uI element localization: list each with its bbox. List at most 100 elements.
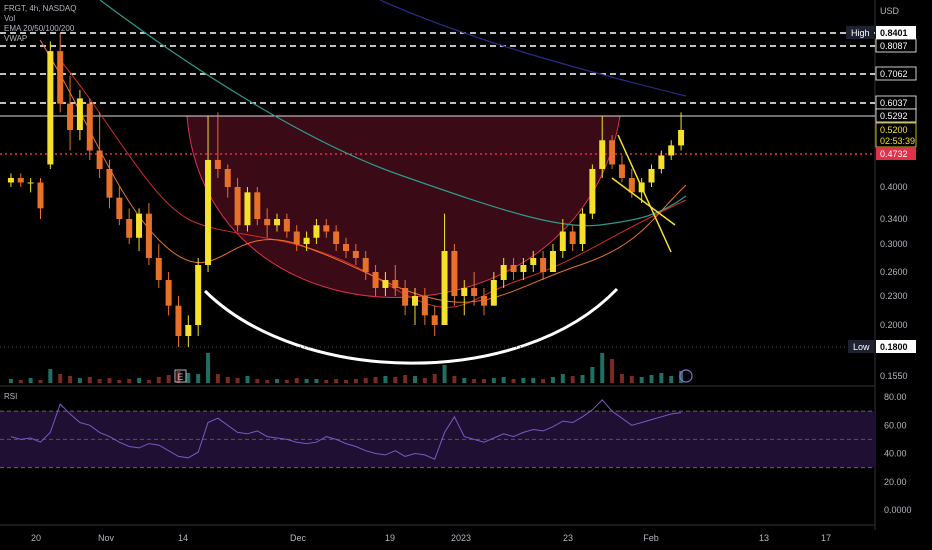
candle-body xyxy=(126,219,133,238)
volume-bar xyxy=(412,376,417,383)
time-tick-label: 13 xyxy=(759,533,769,543)
time-tick-label: 17 xyxy=(821,533,831,543)
time-axis[interactable]: 20 Nov 14 Dec 19 2023 23 Feb 13 17 xyxy=(31,533,831,543)
price-tick-label: 0.2300 xyxy=(880,291,908,301)
candle-body xyxy=(224,168,231,187)
price-tick-label: 0.5292 xyxy=(880,111,908,121)
volume-bar xyxy=(265,380,270,383)
candle-body xyxy=(392,280,399,288)
candle-body xyxy=(648,168,655,183)
candle-body xyxy=(313,225,320,238)
volume-bar xyxy=(570,376,575,383)
high-value: 0.8401 xyxy=(880,28,908,38)
volume-bar xyxy=(77,378,82,383)
volume-bar xyxy=(373,377,378,383)
candle-body xyxy=(7,177,14,183)
volume-bar xyxy=(156,377,161,383)
candle-body xyxy=(283,219,290,232)
low-value: 0.1800 xyxy=(880,342,908,352)
time-tick-label: 19 xyxy=(385,533,395,543)
volume-bar xyxy=(403,375,408,383)
vwap-label: VWAP xyxy=(4,34,28,43)
candle-body xyxy=(431,315,438,325)
volume-bar xyxy=(432,374,437,383)
price-tick-label: 0.6037 xyxy=(880,98,908,108)
time-tick-label: Dec xyxy=(290,533,307,543)
candle-body xyxy=(471,288,478,296)
volume-bar xyxy=(68,376,73,383)
volume-bar xyxy=(452,376,457,383)
candle-body xyxy=(155,258,162,280)
time-tick-label: 20 xyxy=(31,533,41,543)
price-tick-label: 0.2000 xyxy=(880,320,908,330)
rsi-title: RSI xyxy=(4,392,18,401)
volume-bar xyxy=(107,378,112,383)
volume-bar xyxy=(393,377,398,383)
low-tag-label: Low xyxy=(853,342,870,352)
volume-bar xyxy=(97,379,102,383)
price-tick-label: 0.3000 xyxy=(880,239,908,249)
rsi-pane xyxy=(0,399,875,469)
price-tick-label: 0.4000 xyxy=(880,182,908,192)
volume-bar xyxy=(294,378,299,383)
rsi-tick-label: 40.00 xyxy=(884,449,907,459)
volume-bar xyxy=(284,380,289,383)
candle-body xyxy=(609,140,616,165)
volume-bar xyxy=(659,373,664,383)
rsi-tick-label: 20.00 xyxy=(884,477,907,487)
candle-body xyxy=(668,145,675,156)
candle-body xyxy=(293,231,300,244)
candle-body xyxy=(382,280,389,288)
candle-body xyxy=(421,296,428,316)
candle-body xyxy=(589,168,596,214)
candle-body xyxy=(402,288,409,306)
volume-bar xyxy=(590,367,595,383)
candle-body xyxy=(343,244,349,251)
volume-bar xyxy=(363,378,368,383)
time-tick-label: Nov xyxy=(98,533,115,543)
current-price: 0.5200 xyxy=(880,125,908,135)
candle-body xyxy=(254,192,261,219)
ema-200-line xyxy=(379,0,687,97)
price-tick-label: 0.2600 xyxy=(880,267,908,277)
volume-bar xyxy=(87,377,92,383)
candle-body xyxy=(569,231,576,244)
volume-bar xyxy=(353,379,358,383)
volume-bar xyxy=(275,379,280,383)
volume-bar xyxy=(472,379,477,383)
candle-body xyxy=(500,265,507,280)
candle-body xyxy=(461,288,468,296)
candle-body xyxy=(165,280,172,306)
volume-bar xyxy=(560,374,565,383)
ema-label: EMA 20/50/100/200 xyxy=(4,24,75,33)
volume-bar xyxy=(521,378,526,383)
volume-bar xyxy=(206,353,211,383)
volume-bar xyxy=(48,369,53,383)
price-tick-label: 0.8087 xyxy=(880,41,908,51)
volume-bar xyxy=(58,374,63,383)
volume-bar xyxy=(580,375,585,383)
candle-body xyxy=(86,103,93,151)
candle-body xyxy=(510,265,517,272)
volume-bar xyxy=(324,380,329,383)
candle-body xyxy=(559,231,566,251)
volume-bar xyxy=(166,375,171,383)
time-tick-label: Feb xyxy=(643,533,659,543)
countdown: 02:53:39 xyxy=(880,136,915,146)
candle-body xyxy=(195,265,202,325)
candle-body xyxy=(441,251,448,325)
volume-bar xyxy=(344,380,348,383)
price-chart[interactable]: E USD 0.8087 0.7062 0.6037 0.5292 0.4000 0.340… xyxy=(0,0,932,550)
candle-body xyxy=(234,187,241,226)
candle-body xyxy=(372,272,379,288)
volume-bar xyxy=(541,379,546,383)
candle-body xyxy=(136,213,143,238)
symbol-line: FRGT, 4h, NASDAQ xyxy=(4,4,77,13)
volume-bar xyxy=(18,380,23,383)
candle-body xyxy=(214,159,221,169)
candle-body xyxy=(480,296,487,306)
volume-bar xyxy=(619,374,624,383)
high-tag-label: High xyxy=(851,28,870,38)
candle-body xyxy=(116,197,123,219)
volume-bar xyxy=(629,376,634,383)
